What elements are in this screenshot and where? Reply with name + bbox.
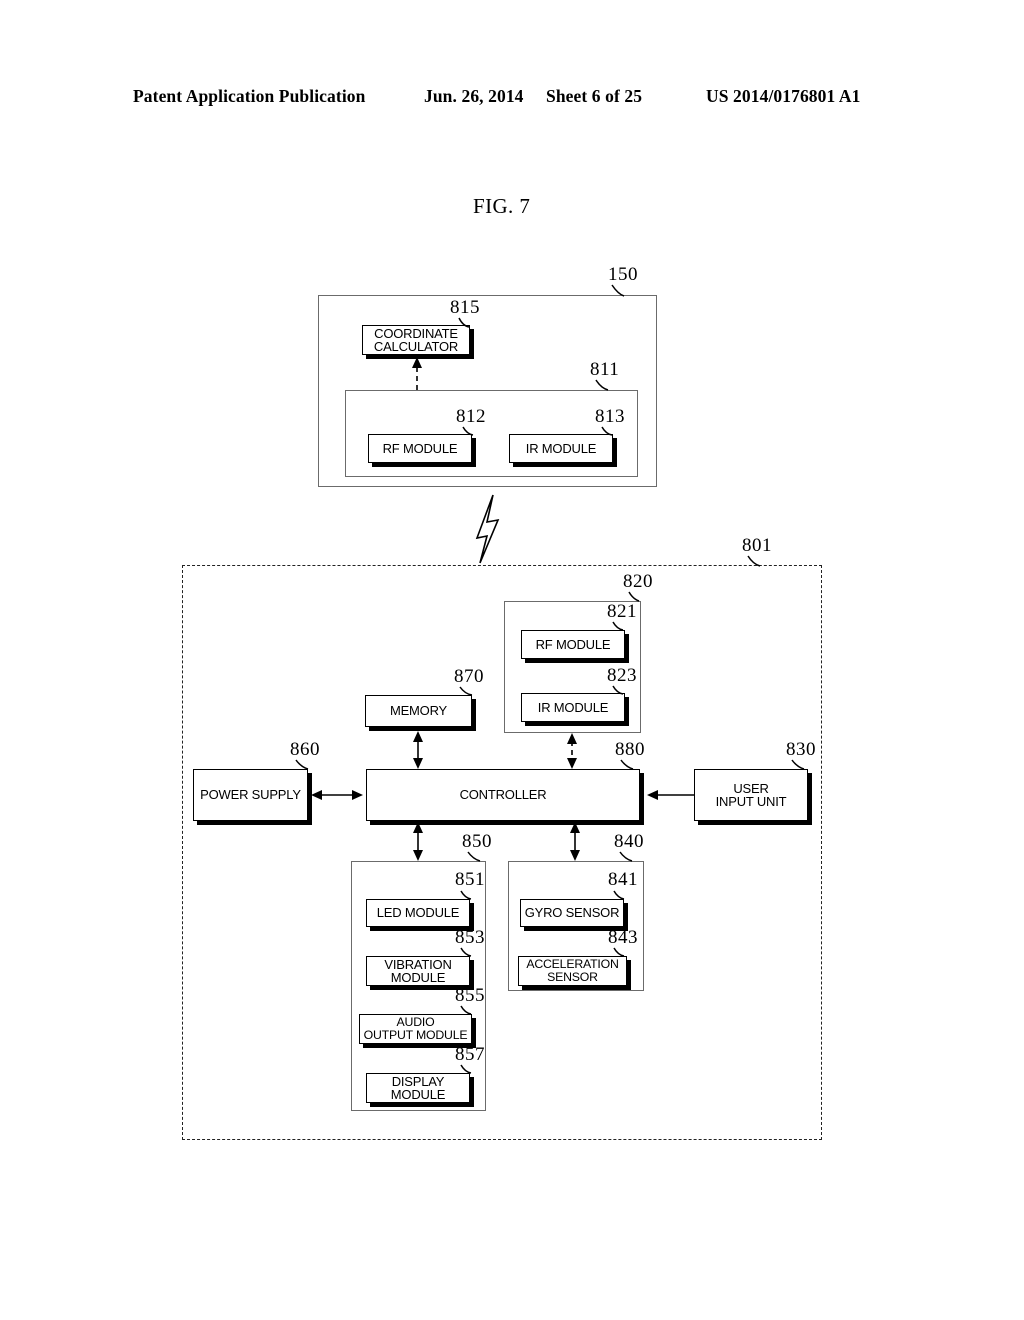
wireless-link-lightning-icon [475, 494, 500, 564]
display-rf-module-box[interactable]: RF MODULE [368, 434, 472, 463]
coordinate-calculator-label: COORDINATE CALCULATOR [373, 325, 459, 354]
vibration-module-label: VIBRATION MODULE [384, 956, 452, 985]
ref-150: 150 [608, 264, 638, 285]
ref-857: 857 [455, 1044, 485, 1065]
gyro-sensor-box[interactable]: GYRO SENSOR [520, 899, 624, 927]
memory-box[interactable]: MEMORY [365, 695, 472, 727]
display-module-label: DISPLAY MODULE [390, 1073, 446, 1102]
remote-rf-module-label: RF MODULE [535, 636, 611, 652]
header-sheet: Sheet 6 of 25 [546, 86, 643, 106]
display-ir-module-label: IR MODULE [525, 440, 597, 456]
display-module-box[interactable]: DISPLAY MODULE [366, 1073, 470, 1103]
ref-870: 870 [454, 666, 484, 687]
display-ir-module-box[interactable]: IR MODULE [509, 434, 613, 463]
vibration-module-box[interactable]: VIBRATION MODULE [366, 956, 470, 986]
ref-860: 860 [290, 739, 320, 760]
ref-843: 843 [608, 927, 638, 948]
ref-850: 850 [462, 831, 492, 852]
header-publication: Patent Application Publication [133, 86, 366, 106]
header-date: Jun. 26, 2014 [424, 86, 524, 106]
ref-853: 853 [455, 927, 485, 948]
ref-851: 851 [455, 869, 485, 890]
user-input-unit-box[interactable]: USER INPUT UNIT [694, 769, 808, 821]
ref-840: 840 [614, 831, 644, 852]
remote-controller-boundary [182, 565, 822, 1140]
ref-855: 855 [455, 985, 485, 1006]
user-input-unit-label: USER INPUT UNIT [715, 780, 787, 809]
ref-815: 815 [450, 297, 480, 318]
remote-ir-module-box[interactable]: IR MODULE [521, 693, 625, 722]
gyro-sensor-label: GYRO SENSOR [524, 905, 620, 921]
ref-823: 823 [607, 665, 637, 686]
ref-820: 820 [623, 571, 653, 592]
ref-813: 813 [595, 406, 625, 427]
remote-ir-module-label: IR MODULE [537, 699, 609, 715]
figure-title: FIG. 7 [473, 194, 531, 218]
memory-label: MEMORY [389, 703, 448, 719]
ref-812: 812 [456, 406, 486, 427]
power-supply-box[interactable]: POWER SUPPLY [193, 769, 308, 821]
coordinate-calculator-box[interactable]: COORDINATE CALCULATOR [362, 325, 470, 355]
audio-output-module-box[interactable]: AUDIO OUTPUT MODULE [359, 1014, 472, 1044]
ref-830: 830 [786, 739, 816, 760]
acceleration-sensor-box[interactable]: ACCELERATION SENSOR [518, 956, 627, 986]
display-rf-module-label: RF MODULE [382, 440, 458, 456]
audio-output-module-label: AUDIO OUTPUT MODULE [363, 1015, 468, 1042]
remote-rf-module-box[interactable]: RF MODULE [521, 630, 625, 659]
ref-841: 841 [608, 869, 638, 890]
acceleration-sensor-label: ACCELERATION SENSOR [526, 957, 619, 984]
ref-880: 880 [615, 739, 645, 760]
ref-811: 811 [590, 359, 620, 380]
page-header: Patent Application Publication Jun. 26, … [0, 86, 1024, 112]
ref-801: 801 [742, 535, 772, 556]
led-module-label: LED MODULE [376, 905, 460, 921]
controller-box[interactable]: CONTROLLER [366, 769, 640, 821]
controller-label: CONTROLLER [459, 787, 547, 803]
led-module-box[interactable]: LED MODULE [366, 899, 470, 927]
ref-821: 821 [607, 601, 637, 622]
power-supply-label: POWER SUPPLY [200, 787, 301, 803]
header-patent-number: US 2014/0176801 A1 [706, 86, 861, 106]
